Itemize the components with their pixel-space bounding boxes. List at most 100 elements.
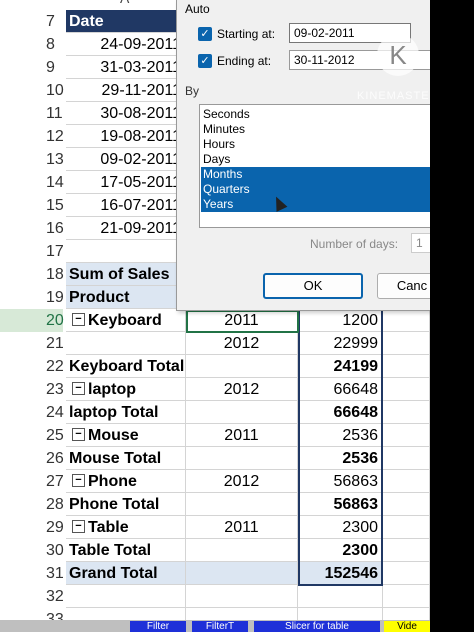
cell[interactable] (383, 332, 430, 355)
sheet-tab[interactable]: FilterT (192, 621, 248, 632)
pivot-values-label[interactable]: Sum of Sales (66, 263, 178, 286)
cell[interactable] (66, 585, 186, 608)
by-option-minutes[interactable]: Minutes (201, 122, 430, 137)
date-cell[interactable]: 21-09-2011 (66, 217, 186, 240)
row-header[interactable]: 16 (0, 217, 64, 240)
collapse-icon[interactable]: − (72, 474, 85, 488)
pivot-row-header[interactable] (66, 332, 186, 355)
by-option-quarters[interactable]: Quarters (201, 182, 430, 197)
cell[interactable] (186, 585, 298, 608)
row-header[interactable]: 18 (0, 263, 64, 286)
sheet-tab[interactable]: Filter (130, 621, 186, 632)
column-header-a[interactable]: A (120, 0, 129, 6)
row-header[interactable]: 9 (0, 56, 63, 79)
cell[interactable] (383, 424, 430, 447)
row-header[interactable]: 28 (0, 493, 64, 516)
date-cell[interactable]: 31-03-2011 (66, 56, 186, 79)
row-header[interactable]: 31 (0, 562, 64, 585)
pivot-year-cell[interactable]: 2011 (186, 516, 298, 539)
row-header[interactable]: 30 (0, 539, 64, 562)
row-header[interactable]: 20 (0, 309, 64, 332)
cell[interactable] (383, 447, 430, 470)
row-header[interactable]: 15 (0, 194, 64, 217)
pivot-row-header[interactable]: − Table (66, 516, 186, 539)
by-option-months[interactable]: Months (201, 167, 430, 182)
pivot-year-cell[interactable]: 2011 (186, 424, 298, 447)
cell[interactable] (383, 309, 430, 332)
row-header[interactable]: 19 (0, 286, 64, 309)
row-header[interactable]: 26 (0, 447, 64, 470)
cell[interactable] (383, 539, 430, 562)
active-cell[interactable] (186, 310, 299, 333)
row-header[interactable]: 21 (0, 332, 64, 355)
pivot-year-cell[interactable] (186, 562, 298, 585)
collapse-icon[interactable]: − (72, 520, 85, 534)
row-header[interactable]: 10 (0, 79, 64, 102)
row-header[interactable]: 23 (0, 378, 64, 401)
date-cell[interactable]: 09-02-2011 (66, 148, 186, 171)
pivot-year-cell[interactable]: 2012 (186, 470, 298, 493)
pivot-row-header[interactable]: − Keyboard (66, 309, 186, 332)
row-header[interactable]: 17 (0, 240, 64, 263)
pivot-row-header[interactable]: − laptop (66, 378, 186, 401)
by-option-hours[interactable]: Hours (201, 137, 430, 152)
cell[interactable] (383, 493, 430, 516)
ending-at-checkbox[interactable]: ✓ (198, 54, 212, 68)
sheet-tab[interactable]: Slicer for table (254, 621, 380, 632)
by-option-days[interactable]: Days (201, 152, 430, 167)
by-option-years[interactable]: Years (201, 197, 430, 212)
pivot-year-cell[interactable]: 2012 (186, 332, 298, 355)
cell[interactable] (383, 585, 430, 608)
pivot-row-header[interactable]: Grand Total (66, 562, 186, 585)
by-option-seconds[interactable]: Seconds (201, 107, 430, 122)
pivot-year-cell[interactable] (186, 401, 298, 424)
ok-button[interactable]: OK (263, 273, 363, 299)
date-cell[interactable]: 19-08-2011 (66, 125, 186, 148)
pivot-row-header[interactable]: laptop Total (66, 401, 186, 424)
pivot-row-header[interactable]: Phone Total (66, 493, 186, 516)
row-header[interactable]: 24 (0, 401, 64, 424)
row-header[interactable]: 29 (0, 516, 64, 539)
cell[interactable] (383, 470, 430, 493)
date-cell[interactable]: 17-05-2011 (66, 171, 186, 194)
row-header[interactable]: 32 (0, 585, 64, 608)
collapse-icon[interactable]: − (72, 382, 85, 396)
row-header[interactable]: 22 (0, 355, 64, 378)
row-header[interactable]: 8 (0, 33, 63, 56)
by-listbox[interactable]: Seconds Minutes Hours Days Months Quarters Yea… (199, 104, 431, 228)
cell[interactable] (383, 401, 430, 424)
pivot-row-header[interactable]: Keyboard Total (66, 355, 186, 378)
sheet-tab[interactable]: Vide (384, 621, 430, 632)
date-cell[interactable]: 24-09-2011 (66, 33, 186, 56)
collapse-icon[interactable]: − (72, 313, 85, 327)
row-header[interactable]: 13 (0, 148, 64, 171)
row-header[interactable]: 12 (0, 125, 64, 148)
date-cell[interactable]: 16-07-2011 (66, 194, 186, 217)
row-header[interactable]: 7 (0, 10, 63, 33)
cell[interactable] (383, 516, 430, 539)
pivot-year-cell[interactable]: 2012 (186, 378, 298, 401)
pivot-year-cell[interactable] (186, 539, 298, 562)
collapse-icon[interactable]: − (72, 428, 85, 442)
pivot-year-cell[interactable] (186, 493, 298, 516)
cell[interactable] (383, 378, 430, 401)
cell[interactable] (383, 562, 430, 585)
row-header[interactable]: 11 (0, 102, 63, 125)
pivot-row-header[interactable]: Table Total (66, 539, 186, 562)
date-header-cell[interactable]: Date (66, 10, 186, 33)
cell[interactable] (298, 585, 383, 608)
date-cell[interactable]: 29-11-2011 (66, 79, 186, 102)
pivot-row-header[interactable]: − Mouse (66, 424, 186, 447)
starting-at-checkbox[interactable]: ✓ (198, 27, 212, 41)
pivot-row-label[interactable]: Product (66, 286, 178, 309)
date-cell[interactable]: 30-08-2011 (66, 102, 186, 125)
row-header[interactable]: 14 (0, 171, 64, 194)
pivot-year-cell[interactable] (186, 355, 298, 378)
row-header[interactable]: 25 (0, 424, 64, 447)
cell[interactable] (66, 240, 186, 263)
cell[interactable] (383, 355, 430, 378)
row-header[interactable]: 27 (0, 470, 64, 493)
pivot-year-cell[interactable] (186, 447, 298, 470)
pivot-row-header[interactable]: Mouse Total (66, 447, 186, 470)
pivot-row-header[interactable]: − Phone (66, 470, 186, 493)
